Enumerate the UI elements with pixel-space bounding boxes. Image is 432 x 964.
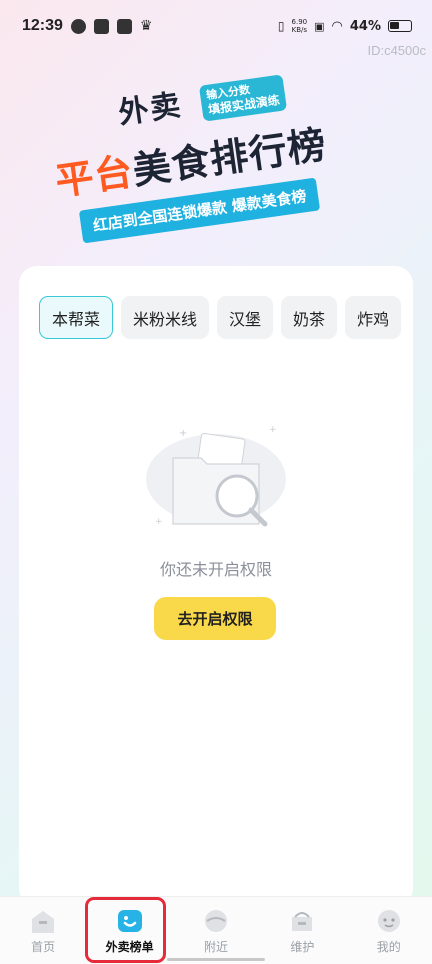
empty-folder-search-icon: + + + [146,425,286,527]
network-speed: 6.90 KB/s [292,18,308,34]
svg-text:+: + [269,425,277,435]
ranking-banner: 外卖 输入分数 填报实战演练 平台美食排行榜 红店到全国连锁爆款 爆款美食榜 [48,72,388,252]
tab-mifen-mixian[interactable]: 米粉米线 [121,296,210,339]
tab-naicha[interactable]: 奶茶 [281,296,338,339]
banner-tag: 输入分数 填报实战演练 [198,74,288,122]
nav-maintain-label: 维护 [290,940,315,954]
svg-text:+: + [155,517,163,527]
banner-title-line1: 外卖 [116,87,185,132]
vibrate-icon: ▯ [277,19,285,33]
status-time: 12:39 [22,17,63,34]
nav-nearby-label: 附近 [203,940,228,954]
sim-icon: ▣ [314,19,325,33]
empty-message: 你还未开启权限 [159,560,272,579]
category-tabs: 本帮菜 米粉米线 汉堡 奶茶 炸鸡 [39,296,402,339]
status-left: 12:39 ♛ [22,17,152,35]
nav-home-label: 首页 [31,940,56,954]
battery-percent: 44% [349,18,381,34]
battery-icon [388,20,412,32]
crown-icon: ♛ [139,18,153,34]
maintain-icon [292,912,313,931]
notification-app-icon [116,18,132,34]
bottom-nav: 首页 外卖榜单 附近 维护 我的 [0,896,432,964]
user-id: ID:c4500c [367,43,426,58]
nav-profile-label: 我的 [376,940,401,954]
enable-permission-button[interactable]: 去开启权限 [154,597,276,640]
notification-app-icon [93,18,109,34]
network-speed-value: 6.90 [291,18,308,26]
content-card: 本帮菜 米粉米线 汉堡 奶茶 炸鸡 + + + 你还未开启权限 去开启权限 [19,266,413,906]
nav-profile[interactable]: 我的 [349,897,429,955]
network-speed-unit: KB/s [291,26,308,34]
nav-nearby[interactable]: 附近 [176,897,256,955]
highlight-box [85,897,166,963]
home-indicator [167,958,265,961]
status-right: ▯ 6.90 KB/s ▣ ◠ 44% [278,18,412,34]
notification-app-icon [70,18,86,34]
profile-icon [377,910,400,932]
tab-zhaji[interactable]: 炸鸡 [345,296,402,339]
nav-home[interactable]: 首页 [3,897,83,955]
svg-text:+: + [179,428,187,439]
tab-benbangcai[interactable]: 本帮菜 [39,296,114,339]
nav-maintain[interactable]: 维护 [262,897,342,955]
home-icon [32,911,55,933]
nearby-icon [204,910,227,932]
banner-title-highlight: 平台 [52,149,137,204]
tab-hanbao[interactable]: 汉堡 [217,296,274,339]
wifi-icon: ◠ [331,18,343,34]
